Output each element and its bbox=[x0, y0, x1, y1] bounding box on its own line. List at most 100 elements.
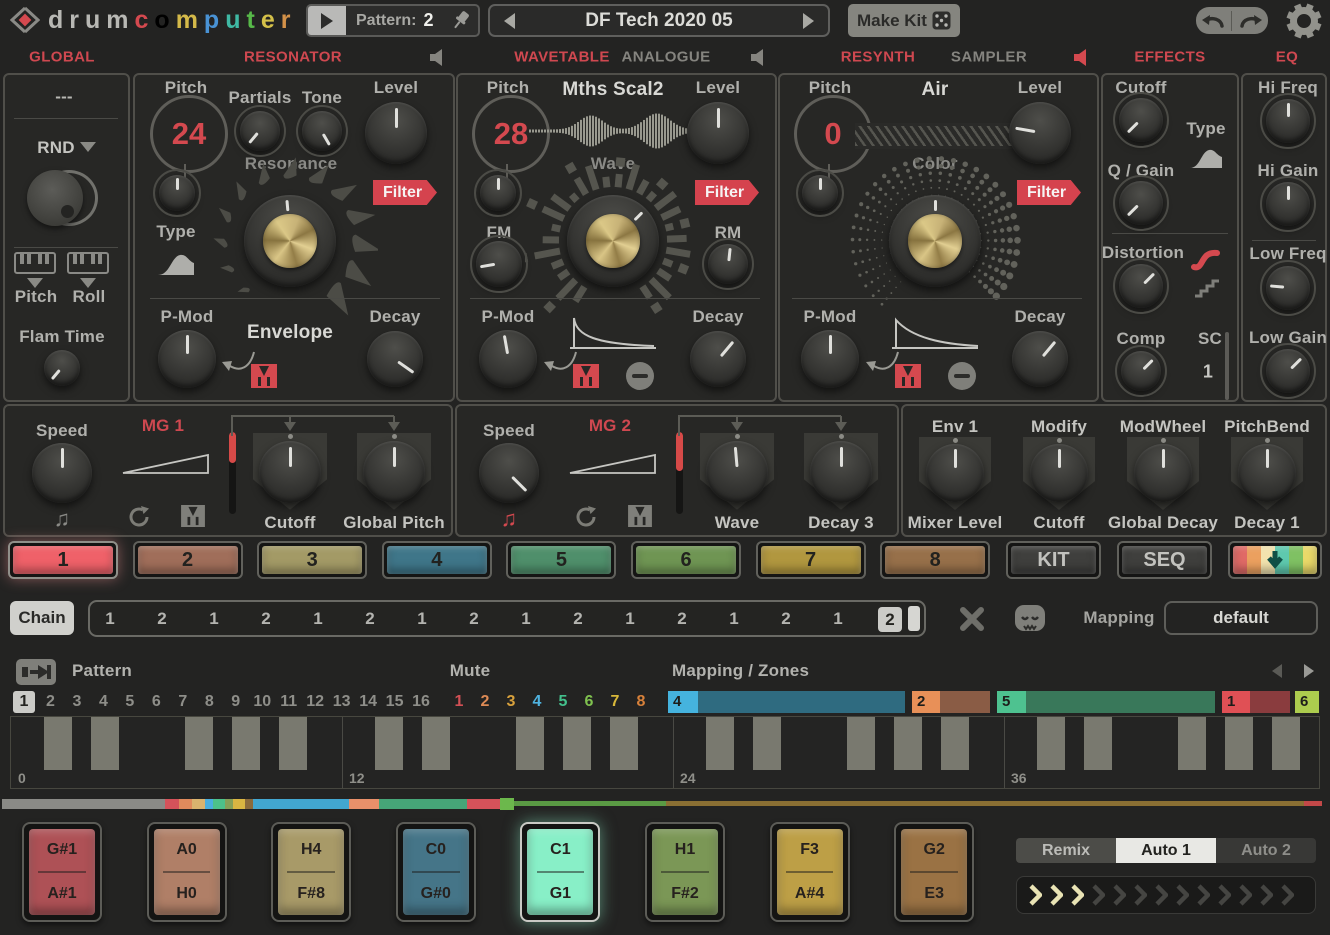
black-key[interactable] bbox=[44, 717, 72, 770]
mode-button-auto-2[interactable]: Auto 2 bbox=[1216, 838, 1316, 863]
black-key[interactable] bbox=[422, 717, 450, 770]
pattern-step-13[interactable]: 13 bbox=[331, 691, 353, 713]
black-key[interactable] bbox=[1225, 717, 1253, 770]
black-key[interactable] bbox=[1037, 717, 1065, 770]
pattern-step-15[interactable]: 15 bbox=[384, 691, 406, 713]
drum-pad-C1[interactable]: C1G1 bbox=[520, 822, 600, 922]
resonator-mod-source-icon[interactable] bbox=[251, 364, 277, 388]
remix-chevron-8[interactable] bbox=[1176, 883, 1189, 907]
resonator-decay-knob[interactable] bbox=[367, 331, 423, 387]
remix-chevron-12[interactable] bbox=[1260, 883, 1273, 907]
black-key[interactable] bbox=[563, 717, 591, 770]
resonator-pitch-fine-knob[interactable] bbox=[159, 175, 195, 211]
black-key[interactable] bbox=[232, 717, 260, 770]
zone-chip-4[interactable]: 4 bbox=[668, 691, 698, 713]
pitch-keyboard-icon[interactable] bbox=[14, 252, 56, 274]
resonator-speaker-icon[interactable] bbox=[428, 49, 448, 66]
macro4-knob[interactable] bbox=[1238, 444, 1296, 502]
rnd-label[interactable]: RND bbox=[37, 138, 74, 158]
remix-chevron-2[interactable] bbox=[1050, 883, 1063, 907]
drum-pad-F3[interactable]: F3A#4 bbox=[770, 822, 850, 922]
remix-chevron-6[interactable] bbox=[1134, 883, 1147, 907]
chain-end-handle[interactable] bbox=[908, 606, 920, 631]
resonator-type-icon[interactable] bbox=[156, 250, 196, 277]
sc-slider[interactable] bbox=[1225, 332, 1229, 400]
mg1-speed-knob[interactable] bbox=[32, 443, 92, 503]
redo-icon[interactable] bbox=[1239, 12, 1265, 30]
seq-button[interactable]: SEQ bbox=[1117, 541, 1212, 579]
monster-icon[interactable] bbox=[1014, 604, 1046, 632]
preset-next-icon[interactable] bbox=[803, 13, 814, 29]
tone-knob[interactable] bbox=[302, 111, 342, 151]
mute-button-4[interactable]: 4 bbox=[526, 691, 548, 713]
mute-button-8[interactable]: 8 bbox=[630, 691, 652, 713]
resynth-speaker-icon[interactable] bbox=[1072, 49, 1092, 66]
global-value[interactable]: --- bbox=[55, 87, 73, 107]
pattern-step-7[interactable]: 7 bbox=[172, 691, 194, 713]
remix-chevron-10[interactable] bbox=[1218, 883, 1231, 907]
pattern-step-3[interactable]: 3 bbox=[66, 691, 88, 713]
clear-chain-icon[interactable] bbox=[959, 606, 985, 632]
black-key[interactable] bbox=[1178, 717, 1206, 770]
resynth-decay-knob[interactable] bbox=[1012, 331, 1068, 387]
play-button[interactable] bbox=[308, 6, 346, 35]
rm-knob[interactable] bbox=[708, 244, 748, 284]
resonator-filter-tag[interactable]: Filter bbox=[373, 180, 437, 205]
wavetable-filter-tag[interactable]: Filter bbox=[695, 180, 759, 205]
drum-pad-G#1[interactable]: G#1A#1 bbox=[22, 822, 102, 922]
hi-freq-knob[interactable] bbox=[1266, 99, 1310, 143]
black-key[interactable] bbox=[375, 717, 403, 770]
pattern-step-14[interactable]: 14 bbox=[357, 691, 379, 713]
fx-qgain-knob[interactable] bbox=[1119, 181, 1163, 225]
pad-button-3[interactable]: 3 bbox=[257, 541, 367, 579]
remix-chevron-5[interactable] bbox=[1113, 883, 1126, 907]
tab-eq[interactable]: EQ bbox=[1276, 49, 1298, 66]
color-knob[interactable] bbox=[889, 195, 981, 287]
remix-chevron-4[interactable] bbox=[1092, 883, 1105, 907]
fx-filter-type-icon[interactable] bbox=[1188, 146, 1224, 170]
gear-icon[interactable] bbox=[1284, 2, 1324, 40]
mg1-mod-icon[interactable] bbox=[181, 505, 205, 527]
remix-chevron-3[interactable] bbox=[1071, 883, 1084, 907]
macro3-knob[interactable] bbox=[1134, 444, 1192, 502]
mg2-dest1-knob[interactable] bbox=[706, 441, 768, 503]
mg1-loop-icon[interactable] bbox=[127, 505, 151, 529]
chain-step-8[interactable]: 2 bbox=[462, 609, 486, 629]
wavetable-speaker-icon[interactable] bbox=[749, 49, 769, 66]
mute-button-3[interactable]: 3 bbox=[500, 691, 522, 713]
black-key[interactable] bbox=[753, 717, 781, 770]
tab-sampler[interactable]: SAMPLER bbox=[951, 49, 1027, 66]
pattern-step-10[interactable]: 10 bbox=[251, 691, 273, 713]
resonance-knob[interactable] bbox=[244, 195, 336, 287]
mg2-waveform[interactable] bbox=[567, 452, 659, 476]
black-key[interactable] bbox=[516, 717, 544, 770]
export-pattern-icon[interactable] bbox=[16, 659, 56, 685]
pad-button-4[interactable]: 4 bbox=[382, 541, 492, 579]
pad-button-5[interactable]: 5 bbox=[506, 541, 616, 579]
mode-button-remix[interactable]: Remix bbox=[1016, 838, 1116, 863]
zone-chip-2[interactable]: 2 bbox=[912, 691, 940, 713]
pattern-step-1[interactable]: 1 bbox=[13, 691, 35, 713]
mg2-sync-note-icon[interactable]: ♫ bbox=[501, 506, 518, 532]
remix-chevron-1[interactable] bbox=[1029, 883, 1042, 907]
kit-dropdown-button[interactable] bbox=[1228, 541, 1322, 579]
mg2-loop-icon[interactable] bbox=[574, 505, 598, 529]
pattern-step-11[interactable]: 11 bbox=[278, 691, 300, 713]
tab-resonator[interactable]: RESONATOR bbox=[244, 49, 342, 66]
drum-pad-A0[interactable]: A0H0 bbox=[147, 822, 227, 922]
partials-knob[interactable] bbox=[240, 111, 280, 151]
black-key[interactable] bbox=[279, 717, 307, 770]
zone-bar-4[interactable] bbox=[698, 691, 905, 713]
fx-cutoff-knob[interactable] bbox=[1119, 98, 1163, 142]
zone-bar-2[interactable] bbox=[940, 691, 990, 713]
drum-pad-H4[interactable]: H4F#8 bbox=[271, 822, 351, 922]
pattern-step-8[interactable]: 8 bbox=[198, 691, 220, 713]
mg1-waveform[interactable] bbox=[120, 452, 212, 476]
mute-button-5[interactable]: 5 bbox=[552, 691, 574, 713]
mg1-dest2-knob[interactable] bbox=[363, 441, 425, 503]
mg1-sync-note-icon[interactable]: ♫ bbox=[54, 506, 71, 532]
remix-chevron-7[interactable] bbox=[1155, 883, 1168, 907]
zones-next-icon[interactable] bbox=[1304, 664, 1314, 678]
mute-button-2[interactable]: 2 bbox=[474, 691, 496, 713]
mg2-dest2-knob[interactable] bbox=[810, 441, 872, 503]
